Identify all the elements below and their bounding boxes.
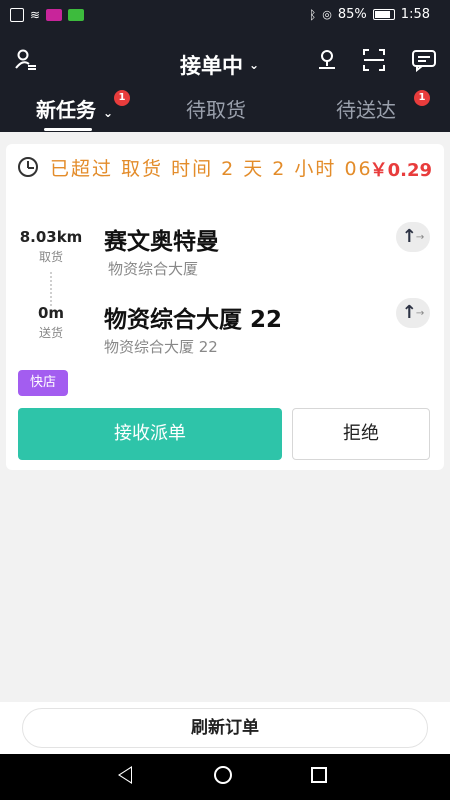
- message-icon[interactable]: [411, 48, 437, 78]
- status-bar: ≋ ᛒ ◎ 85% 1:58: [0, 0, 450, 32]
- reject-button[interactable]: 拒绝: [292, 408, 430, 460]
- app-badge-icon: [68, 9, 85, 21]
- location-icon: ◎: [322, 8, 332, 21]
- bottom-bar: 刷新订单: [0, 702, 450, 754]
- navigate-arrow-icon: →: [415, 307, 425, 319]
- tab-badge: 1: [414, 90, 430, 106]
- clock-icon: [18, 157, 38, 177]
- pickup-navigate-button[interactable]: ↑ →: [396, 222, 430, 252]
- delivery-distance-label: 送货: [38, 326, 63, 340]
- work-status-dropdown[interactable]: 接单中 ⌄: [180, 50, 259, 80]
- pickup-distance-value: 8.03km: [19, 228, 83, 246]
- tab-new-tasks[interactable]: 新任务 ⌄: [36, 94, 113, 123]
- tab-label: 待取货: [186, 98, 246, 122]
- pickup-distance-label: 取货: [38, 250, 63, 264]
- pickup-name: 赛文奥特曼: [104, 229, 219, 255]
- user-list-icon[interactable]: [14, 48, 38, 78]
- delivery-distance-value: 0m: [37, 304, 65, 322]
- overdue-text: 已超过 取货 时间 2 天 2 小时 06: [50, 157, 373, 180]
- navigate-arrow-icon: →: [415, 231, 425, 243]
- delivery-distance: 0m 送货: [16, 304, 86, 341]
- active-tab-indicator: [44, 128, 92, 131]
- tab-awaiting-pickup[interactable]: 待取货: [186, 94, 246, 123]
- status-bar-right: ᛒ ◎ 85% 1:58: [309, 7, 430, 22]
- bluetooth-icon: ᛒ: [309, 7, 317, 22]
- refresh-orders-button[interactable]: 刷新订单: [22, 708, 428, 748]
- navigate-arrow-icon: ↑: [401, 302, 417, 323]
- tab-label: 待送达: [336, 98, 396, 122]
- order-price: ￥0.29: [369, 160, 432, 181]
- order-tabs: 新任务 ⌄ 1 待取货 待送达 1: [0, 90, 450, 132]
- shop-type-tag: 快店: [18, 370, 68, 396]
- chevron-down-icon: ⌄: [102, 106, 114, 120]
- scan-icon[interactable]: [362, 48, 386, 78]
- chevron-down-icon: ⌄: [249, 58, 260, 72]
- home-icon[interactable]: [214, 766, 232, 784]
- notification-icon: [10, 8, 24, 22]
- clock-time: 1:58: [400, 7, 430, 22]
- back-icon[interactable]: [118, 766, 132, 784]
- recent-apps-icon[interactable]: [311, 767, 327, 783]
- map-pin-icon[interactable]: [315, 48, 339, 78]
- pickup-address: 物资综合大厦: [108, 260, 199, 278]
- work-status-label: 接单中: [180, 54, 243, 78]
- battery-percent: 85%: [337, 7, 367, 22]
- accept-dispatch-button[interactable]: 接收派单: [18, 408, 282, 460]
- order-card: 已超过 取货 时间 2 天 2 小时 06 ￥0.29 8.03km 取货 赛文…: [6, 144, 444, 470]
- delivery-address: 物资综合大厦 22: [104, 338, 218, 356]
- tab-awaiting-delivery[interactable]: 待送达: [336, 94, 396, 123]
- header: 接单中 ⌄ 新任务 ⌄ 1 待取货 待送达 1: [0, 32, 450, 132]
- delivery-name: 物资综合大厦 22: [104, 307, 283, 333]
- delivery-navigate-button[interactable]: ↑ →: [396, 298, 430, 328]
- tab-badge: 1: [114, 90, 130, 106]
- app-notification-icon: [46, 9, 63, 21]
- route-connector: [50, 272, 54, 306]
- status-bar-left: ≋: [10, 8, 85, 22]
- navigate-arrow-icon: ↑: [401, 226, 417, 247]
- tab-label: 新任务: [36, 98, 96, 122]
- wifi-icon: ≋: [30, 8, 41, 22]
- system-nav-bar: [0, 754, 450, 800]
- pickup-distance: 8.03km 取货: [16, 228, 86, 265]
- battery-icon: [372, 9, 395, 20]
